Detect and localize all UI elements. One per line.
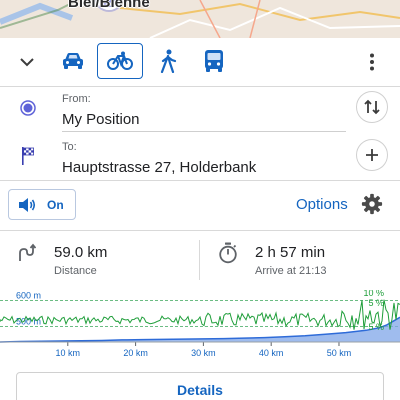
pedestrian-icon (160, 49, 177, 73)
from-underline (62, 131, 346, 132)
route-distance-icon (16, 243, 36, 263)
speaker-icon (19, 197, 36, 212)
map-roads (0, 0, 400, 38)
chevron-down-icon (20, 58, 34, 67)
x-tick-label: 20 km (123, 348, 148, 358)
bicycle-icon (107, 51, 133, 70)
x-tick-label: 10 km (56, 348, 81, 358)
arrival-time-label: Arrive at 21:13 (255, 265, 327, 277)
mode-bicycle-button[interactable] (97, 43, 143, 79)
distance-label: Distance (54, 265, 97, 277)
slope-tick-label: 5 % (368, 298, 384, 308)
details-label: Details (177, 382, 223, 398)
slope-line (0, 299, 400, 330)
mode-car-button[interactable] (50, 43, 96, 79)
settings-button[interactable] (360, 192, 384, 216)
gear-icon (361, 193, 383, 215)
x-tick-label: 40 km (259, 348, 284, 358)
voice-guidance-label: On (47, 197, 64, 212)
flag-icon (18, 146, 38, 166)
collapse-button[interactable] (14, 50, 40, 74)
swap-vertical-icon (364, 99, 380, 115)
slope-tick-label: 10 % (363, 290, 384, 298)
map-place-label: Biel/Bienne (68, 0, 150, 11)
divider (0, 180, 400, 181)
divider (0, 86, 400, 87)
duration-value: 2 h 57 min (255, 244, 326, 261)
mode-transit-button[interactable] (191, 43, 237, 79)
car-icon (63, 53, 83, 69)
bus-icon (205, 50, 223, 72)
to-label: To: (62, 141, 77, 153)
more-options-button[interactable] (360, 50, 384, 74)
my-location-icon (18, 98, 38, 118)
slope-tick-label: 5 % (368, 322, 384, 332)
details-button[interactable]: Details (16, 372, 384, 400)
timer-icon (218, 242, 238, 264)
transport-mode-bar (0, 38, 400, 86)
elevation-profile-chart[interactable]: 600 m 500 m 10 % 5 % 5 % 10 km 20 km 30 km 40 km… (0, 290, 400, 362)
elevation-chart-svg: 600 m500 m10 %5 %5 %10 km 20 km 30 km 40 km… (0, 290, 400, 358)
from-label: From: (62, 93, 91, 105)
x-tick-label: 50 km (327, 348, 352, 358)
voice-guidance-button[interactable]: On (8, 189, 76, 220)
options-link[interactable]: Options (296, 196, 348, 213)
x-tick-label: 30 km (191, 348, 216, 358)
summary-separator (199, 240, 200, 280)
more-vert-icon (370, 53, 374, 71)
map-view[interactable]: Biel/Bienne (0, 0, 400, 38)
route-panel: From: My Position To: Hauptstrasse 27, H… (0, 38, 400, 400)
plus-icon (366, 149, 378, 161)
add-waypoint-button[interactable] (356, 139, 388, 171)
y-tick-label: 600 m (16, 290, 41, 300)
to-field[interactable]: Hauptstrasse 27, Holderbank (62, 159, 256, 176)
distance-value: 59.0 km (54, 244, 108, 261)
swap-route-button[interactable] (356, 91, 388, 123)
mode-walk-button[interactable] (145, 43, 191, 79)
divider (0, 230, 400, 231)
from-field[interactable]: My Position (62, 111, 140, 128)
